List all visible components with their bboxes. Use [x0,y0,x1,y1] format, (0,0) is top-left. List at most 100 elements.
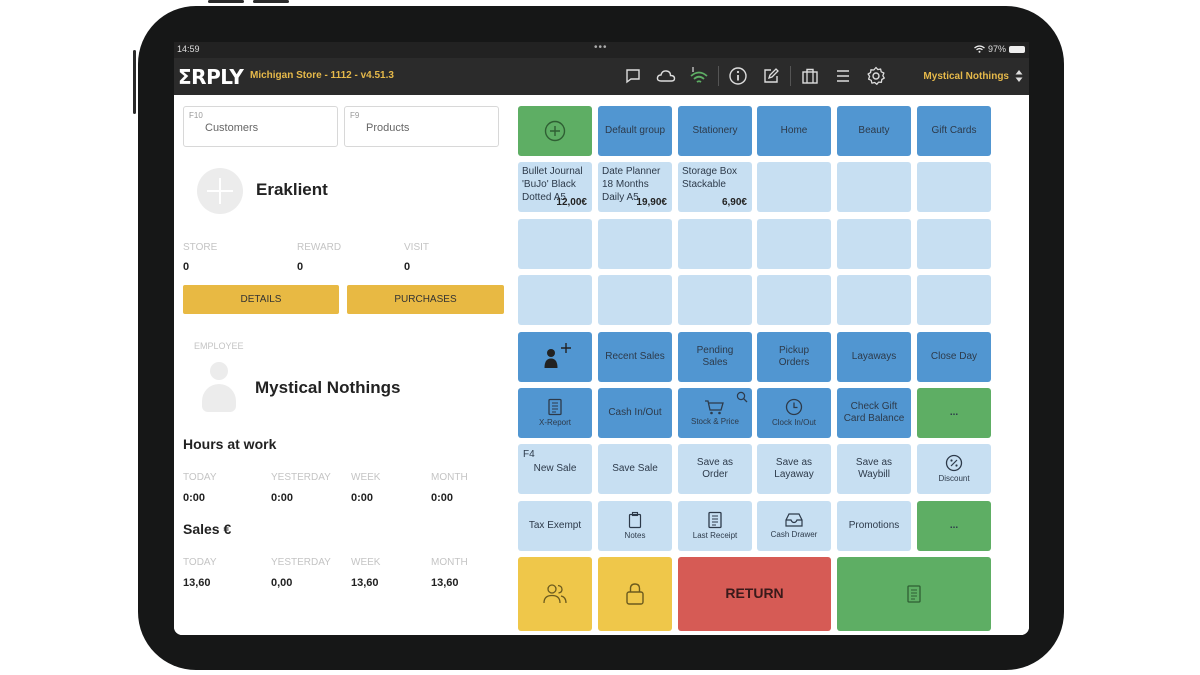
return-button[interactable]: RETURN [678,557,831,631]
chat-icon[interactable] [622,65,644,87]
erply-logo: ΣRPLY [178,65,244,89]
details-button[interactable]: DETAILS [183,285,339,314]
group-beauty[interactable]: Beauty [837,106,911,156]
multitask-dots[interactable]: ••• [594,42,608,53]
add-user-icon [544,343,571,368]
save-as-waybill-button[interactable]: Save as Waybill [837,444,911,494]
empty-product-slot[interactable] [598,275,672,325]
new-sale-button[interactable]: F4 New Sale [518,444,592,494]
add-product-button[interactable] [518,106,592,156]
empty-product-slot[interactable] [598,219,672,269]
hours-month: 0:00 [431,492,454,504]
save-sale-button[interactable]: Save Sale [598,444,672,494]
customers-button[interactable] [518,557,592,631]
last-receipt-label: Last Receipt [692,531,738,540]
tax-exempt-button[interactable]: Tax Exempt [518,501,592,551]
stock-price-button[interactable]: Stock & Price [678,388,752,438]
more-actions-button[interactable]: ... [917,501,991,551]
pickup-orders-button[interactable]: Pickup Orders [757,332,831,382]
product-tile[interactable]: Storage Box Stackable 6,90€ [678,162,752,212]
shortcut-key: F4 [523,449,535,460]
wifi-signal-icon[interactable] [688,65,710,87]
customer-search-input[interactable]: F10 Customers [183,106,338,147]
stat-label: STORE [183,242,218,253]
screen: 14:59 ••• 97% ΣRPLY Michigan Store - 111… [174,42,1029,635]
product-search-placeholder: Products [366,122,410,134]
empty-product-slot[interactable] [837,275,911,325]
empty-product-slot[interactable] [837,219,911,269]
x-report-label: X-Report [538,418,571,427]
stat-label: YESTERDAY [271,472,331,483]
clock-in-out-label: Clock In/Out [771,418,816,427]
clock-icon [785,398,803,416]
group-gift-cards[interactable]: Gift Cards [917,106,991,156]
edit-icon[interactable] [760,65,782,87]
save-as-layaway-button[interactable]: Save as Layaway [757,444,831,494]
gear-icon[interactable] [865,65,887,87]
recent-sales-button[interactable]: Recent Sales [598,332,672,382]
cash-in-out-button[interactable]: Cash In/Out [598,388,672,438]
group-default[interactable]: Default group [598,106,672,156]
app-header: ΣRPLY Michigan Store - 1112 - v4.51.3 My… [174,58,1029,95]
user-selector[interactable]: Mystical Nothings [923,69,1023,83]
pending-sales-button[interactable]: Pending Sales [678,332,752,382]
last-receipt-button[interactable]: Last Receipt [678,501,752,551]
volume-button [208,0,244,3]
empty-product-slot[interactable] [678,275,752,325]
sales-today: 13,60 [183,577,211,589]
current-user: Mystical Nothings [923,70,1009,82]
layaways-button[interactable]: Layaways [837,332,911,382]
empty-product-slot[interactable] [757,275,831,325]
payment-button[interactable] [837,557,991,631]
lock-icon [626,583,644,605]
empty-product-slot[interactable] [678,219,752,269]
product-tile[interactable]: Date Planner 18 Months Daily A5 19,90€ [598,162,672,212]
sales-yesterday: 0,00 [271,577,293,589]
clock-in-out-button[interactable]: Clock In/Out [757,388,831,438]
save-as-order-button[interactable]: Save as Order [678,444,752,494]
add-circle-icon [544,120,566,142]
toolbar [622,64,898,88]
empty-product-slot[interactable] [757,162,831,212]
group-home[interactable]: Home [757,106,831,156]
cloud-icon[interactable] [655,65,677,87]
empty-product-slot[interactable] [917,275,991,325]
product-tile[interactable]: Bullet Journal 'BuJo' Black Dotted A5 12… [518,162,592,212]
close-day-button[interactable]: Close Day [917,332,991,382]
empty-product-slot[interactable] [518,275,592,325]
battery-icon [1009,45,1025,53]
briefcase-icon[interactable] [799,65,821,87]
empty-product-slot[interactable] [837,162,911,212]
employee-name: Mystical Nothings [255,378,401,397]
stat-label: MONTH [431,557,468,568]
group-stationery[interactable]: Stationery [678,106,752,156]
menu-icon[interactable] [832,65,854,87]
stat-label: TODAY [183,557,217,568]
notes-button[interactable]: Notes [598,501,672,551]
drawer-icon [785,513,803,527]
more-functions-button[interactable]: ... [917,388,991,438]
empty-product-slot[interactable] [917,219,991,269]
cash-drawer-button[interactable]: Cash Drawer [757,501,831,551]
reward-points-value: 0 [297,261,304,273]
cart-icon [705,400,724,415]
empty-product-slot[interactable] [518,219,592,269]
discount-button[interactable]: Discount [917,444,991,494]
add-customer-avatar[interactable] [197,168,243,214]
volume-button [253,0,289,3]
hours-week: 0:00 [351,492,374,504]
empty-product-slot[interactable] [917,162,991,212]
customer-search-placeholder: Customers [205,122,259,134]
add-customer-button[interactable] [518,332,592,382]
promotions-button[interactable]: Promotions [837,501,911,551]
product-search-input[interactable]: F9 Products [344,106,499,147]
visits-value: 0 [404,261,411,273]
cash-drawer-label: Cash Drawer [770,530,818,539]
info-icon[interactable] [727,65,749,87]
side-button [133,50,136,114]
lock-button[interactable] [598,557,672,631]
empty-product-slot[interactable] [757,219,831,269]
check-gift-card-button[interactable]: Check Gift Card Balance [837,388,911,438]
purchases-button[interactable]: PURCHASES [347,285,504,314]
x-report-button[interactable]: X-Report [518,388,592,438]
